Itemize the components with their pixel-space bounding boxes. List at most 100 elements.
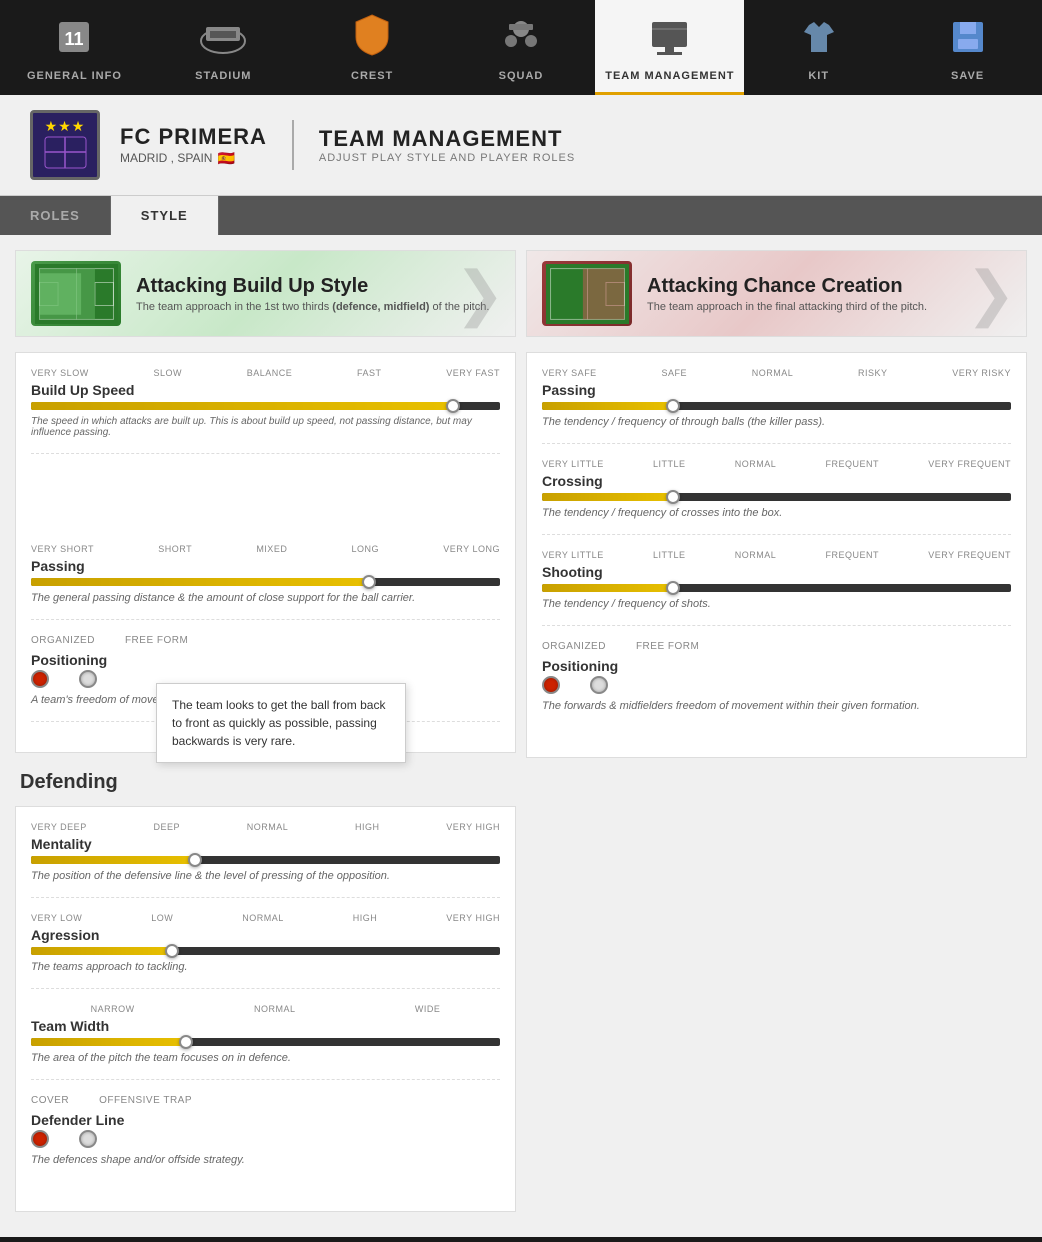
squad-icon — [501, 19, 541, 65]
stadium-label: STADIUM — [195, 70, 251, 82]
build-up-title: Attacking Build Up Style — [136, 275, 489, 298]
nav-team-management[interactable]: TEAM MANAGEMENT — [595, 0, 744, 95]
nav-general-info[interactable]: 11 GENERAL INFO — [0, 0, 149, 95]
right-positioning-title: Positioning — [542, 658, 1011, 674]
build-up-speed-thumb[interactable] — [446, 399, 460, 413]
crest-stars: ★★★ — [43, 118, 88, 135]
chance-creation-title: Attacking Chance Creation — [647, 275, 927, 298]
right-positioning-labels: ORGANIZED FREE FORM — [542, 641, 1011, 652]
right-passing-fill — [542, 402, 673, 410]
defender-line-desc: The defences shape and/or offside strate… — [31, 1154, 500, 1166]
top-navigation: 11 GENERAL INFO STADIUM CREST SQUAD TEAM… — [0, 0, 1042, 95]
build-up-desc: The team approach in the 1st two thirds … — [136, 301, 489, 313]
team-management-label: TEAM MANAGEMENT — [605, 70, 734, 82]
right-passing-labels: VERY SAFE SAFE NORMAL RISKY VERY RISKY — [542, 368, 1011, 378]
build-up-speed-labels: VERY SLOW SLOW BALANCE FAST VERY FAST — [31, 368, 500, 378]
aggression-group: VERY LOW LOW NORMAL HIGH VERY HIGH Agres… — [31, 913, 500, 989]
defender-line-title: Defender Line — [31, 1112, 500, 1128]
passing-desc: The general passing distance & the amoun… — [31, 592, 500, 604]
passing-group: VERY SHORT SHORT MIXED LONG VERY LONG Pa… — [31, 544, 500, 620]
passing-track[interactable] — [31, 578, 500, 586]
country-flag: 🇪🇸 — [217, 150, 234, 167]
build-up-desc-bold: (defence, midfield) — [332, 301, 429, 313]
build-up-card-text: Attacking Build Up Style The team approa… — [136, 275, 489, 313]
aggression-desc: The teams approach to tackling. — [31, 961, 500, 973]
mentality-fill — [31, 856, 195, 864]
defender-line-cover-radio[interactable] — [31, 1130, 49, 1148]
aggression-track[interactable] — [31, 947, 500, 955]
defender-line-group: COVER OFFENSIVE TRAP Defender Line The d… — [31, 1095, 500, 1181]
right-passing-thumb[interactable] — [666, 399, 680, 413]
positioning-organized-radio[interactable] — [31, 670, 49, 688]
crossing-desc: The tendency / frequency of crosses into… — [542, 507, 1011, 519]
crossing-labels: VERY LITTLE LITTLE NORMAL FREQUENT VERY … — [542, 459, 1011, 469]
main-content: Attacking Build Up Style The team approa… — [0, 235, 1042, 1237]
nav-squad[interactable]: SQUAD — [447, 0, 596, 95]
right-positioning-freeform-radio[interactable] — [590, 676, 608, 694]
right-passing-title: Passing — [542, 382, 1011, 398]
right-positioning-organized-radio[interactable] — [542, 676, 560, 694]
defender-line-trap-radio[interactable] — [79, 1130, 97, 1148]
nav-stadium[interactable]: STADIUM — [149, 0, 298, 95]
build-up-speed-desc: The speed in which attacks are built up.… — [31, 416, 500, 438]
defending-section-header: Defending — [15, 763, 516, 796]
passing-title: Passing — [31, 558, 500, 574]
right-sliders: VERY SAFE SAFE NORMAL RISKY VERY RISKY P… — [526, 352, 1027, 758]
crossing-thumb[interactable] — [666, 490, 680, 504]
positioning-freeform-radio[interactable] — [79, 670, 97, 688]
team-name: FC PRIMERA — [120, 124, 267, 150]
section-title: TEAM MANAGEMENT — [319, 126, 575, 152]
defender-line-labels: COVER OFFENSIVE TRAP — [31, 1095, 500, 1106]
crest-label: CREST — [351, 70, 393, 82]
shooting-thumb[interactable] — [666, 581, 680, 595]
tabs-bar: ROLES STYLE — [0, 196, 1042, 235]
kit-icon — [799, 17, 839, 65]
build-up-speed-track[interactable] — [31, 402, 500, 410]
location-text: MADRID , SPAIN — [120, 151, 212, 165]
chance-creation-card-header: Attacking Chance Creation The team appro… — [527, 251, 1026, 336]
team-width-thumb[interactable] — [179, 1035, 193, 1049]
general-info-icon: 11 — [54, 17, 94, 65]
crossing-track[interactable] — [542, 493, 1011, 501]
right-passing-track[interactable] — [542, 402, 1011, 410]
nav-save[interactable]: SAVE — [893, 0, 1042, 95]
build-up-card-header: Attacking Build Up Style The team approa… — [16, 251, 515, 336]
team-width-labels: NARROW NORMAL WIDE — [31, 1004, 500, 1014]
card-arrow: ❯ — [455, 259, 505, 329]
right-positioning-desc: The forwards & midfielders freedom of mo… — [542, 700, 1011, 712]
aggression-fill — [31, 947, 172, 955]
team-location: MADRID , SPAIN 🇪🇸 — [120, 150, 267, 167]
team-width-fill — [31, 1038, 186, 1046]
right-positioning-group: ORGANIZED FREE FORM Positioning The forw… — [542, 641, 1011, 727]
shooting-desc: The tendency / frequency of shots. — [542, 598, 1011, 610]
aggression-title: Agression — [31, 927, 500, 943]
tab-style[interactable]: STYLE — [111, 196, 219, 235]
mentality-thumb[interactable] — [188, 853, 202, 867]
aggression-labels: VERY LOW LOW NORMAL HIGH VERY HIGH — [31, 913, 500, 923]
mentality-group: VERY DEEP DEEP NORMAL HIGH VERY HIGH Men… — [31, 822, 500, 898]
positioning-title: Positioning — [31, 652, 500, 668]
team-width-title: Team Width — [31, 1018, 500, 1034]
right-positioning-options — [542, 676, 1011, 694]
passing-thumb[interactable] — [362, 575, 376, 589]
mentality-desc: The position of the defensive line & the… — [31, 870, 500, 882]
team-width-track[interactable] — [31, 1038, 500, 1046]
svg-text:11: 11 — [65, 29, 84, 49]
shooting-fill — [542, 584, 673, 592]
build-up-tooltip: The team looks to get the ball from back… — [156, 683, 406, 763]
stadium-icon — [198, 19, 248, 65]
build-up-speed-title: Build Up Speed — [31, 382, 500, 398]
tab-roles[interactable]: ROLES — [0, 196, 111, 235]
right-passing-group: VERY SAFE SAFE NORMAL RISKY VERY RISKY P… — [542, 368, 1011, 444]
header-band: ★★★ FC PRIMERA MADRID , SPAIN 🇪🇸 TEAM MA… — [0, 95, 1042, 196]
aggression-thumb[interactable] — [165, 944, 179, 958]
shooting-group: VERY LITTLE LITTLE NORMAL FREQUENT VERY … — [542, 550, 1011, 626]
mentality-track[interactable] — [31, 856, 500, 864]
right-card-arrow: ❯ — [966, 259, 1016, 329]
shooting-track[interactable] — [542, 584, 1011, 592]
nav-crest[interactable]: CREST — [298, 0, 447, 95]
nav-kit[interactable]: KIT — [744, 0, 893, 95]
crossing-group: VERY LITTLE LITTLE NORMAL FREQUENT VERY … — [542, 459, 1011, 535]
crossing-title: Crossing — [542, 473, 1011, 489]
shooting-title: Shooting — [542, 564, 1011, 580]
